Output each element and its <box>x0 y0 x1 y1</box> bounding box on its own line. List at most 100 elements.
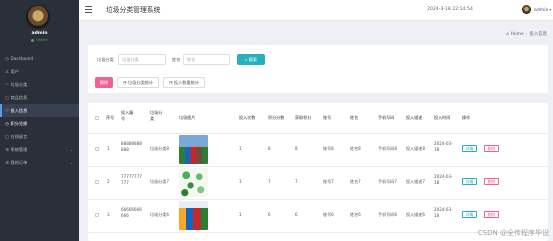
sidebar-item-label: 在线留言 <box>10 134 28 139</box>
row-account: 账号8 <box>323 146 334 151</box>
header-phone: 手机号码 <box>378 115 395 120</box>
select-all-checkbox[interactable] <box>95 116 99 120</box>
user-avatar[interactable] <box>522 5 531 14</box>
header-points: 获取积分 <box>295 115 312 120</box>
search-button[interactable]: ⌕ 搜索 <box>237 54 265 65</box>
chart-icon: ◔ <box>122 80 127 85</box>
sidebar-item-system[interactable]: ☰ 系统管理 ⌄ <box>0 143 79 156</box>
row-name: 姓名8 <box>350 146 361 151</box>
sidebar-nav: ◷ Dashboard ♙ 用户 ♡ 垃圾分类 □ 商品信息 ♡ 投入信息 ◷ 积分兑换 □… <box>0 52 79 169</box>
chart-icon: ◔ <box>168 80 173 85</box>
sidebar-item-dashboard[interactable]: ◷ Dashboard <box>0 52 79 65</box>
chevron-down-icon: ⌄ <box>69 160 73 165</box>
menu-toggle-icon[interactable] <box>85 6 92 13</box>
breadcrumb-home[interactable]: Home <box>511 32 524 37</box>
detail-button[interactable]: 详情 <box>462 145 477 152</box>
category-filter-input[interactable]: 垃圾分类 <box>118 54 166 65</box>
sidebar-item-label: 积分兑换 <box>10 121 28 126</box>
category-icon: ♡ <box>5 82 9 87</box>
row-account: 账号6 <box>323 212 334 217</box>
row-phone: 手机号码6 <box>378 212 397 217</box>
garbage-image <box>179 168 208 197</box>
breadcrumb: ⌂ Home › 投入信息 <box>506 31 547 37</box>
user-icon: ♙ <box>5 69 9 74</box>
category-stats-button[interactable]: ◔ 垃圾分类统计 <box>117 77 159 88</box>
forum-icon: □ <box>5 134 9 139</box>
row-index: 3 <box>107 212 110 217</box>
row-checkbox[interactable] <box>95 213 99 217</box>
header-code: 投入编号 <box>121 110 134 121</box>
header-score: 积分分数 <box>268 115 285 120</box>
sidebar-item-product[interactable]: □ 商品信息 <box>0 91 79 104</box>
row-time: 2024-03-18 <box>434 174 453 185</box>
online-status: Online <box>0 38 79 42</box>
dashboard-icon: ◷ <box>5 56 9 61</box>
row-code: 66666666666 <box>121 207 142 218</box>
row-times: 1 <box>239 146 242 151</box>
header-actions: 操作 <box>462 115 471 120</box>
sidebar-item-points[interactable]: ◷ 积分兑换 <box>0 117 79 130</box>
row-index: 2 <box>107 179 110 184</box>
row-desc: 投入描述8 <box>406 146 425 151</box>
chevron-down-icon: ⌄ <box>69 147 73 152</box>
sidebar-item-label: 我的订单 <box>10 160 28 165</box>
delete-button[interactable]: 删除 <box>484 178 499 185</box>
sidebar-item-label: Dashboard <box>10 56 34 61</box>
row-points: 6 <box>295 212 298 217</box>
row-category: 垃圾分类7 <box>150 179 169 184</box>
delete-button[interactable]: 删除 <box>484 211 499 218</box>
table-panel: 序号 投入编号 垃圾分类 垃圾图片 投入次数 积分分数 获取积分 账号 姓名 手… <box>88 103 548 241</box>
sidebar-item-label: 商品信息 <box>10 95 28 100</box>
row-points: 7 <box>295 179 298 184</box>
sidebar-item-delivery[interactable]: ♡ 投入信息 <box>0 104 79 117</box>
search-icon: ⌕ <box>244 57 248 62</box>
row-points: 8 <box>295 146 298 151</box>
avatar[interactable] <box>26 5 50 29</box>
app-title: 垃圾分类管理系统 <box>106 6 161 14</box>
header-time: 投入时间 <box>434 115 451 120</box>
row-phone: 手机号码7 <box>378 179 397 184</box>
row-score: 7 <box>268 179 271 184</box>
row-time: 2024-03-18 <box>434 207 453 218</box>
system-icon: ☰ <box>5 147 9 152</box>
delete-button[interactable]: 删除 <box>484 145 499 152</box>
quantity-stats-button[interactable]: ◔ 投入数量统计 <box>163 77 205 88</box>
caret-down-icon: ▾ <box>549 8 552 12</box>
datetime: 2024-3-18 22:14:54 <box>427 7 473 12</box>
sidebar-item-label: 投入信息 <box>10 108 28 113</box>
row-time: 2024-03-18 <box>434 141 453 152</box>
detail-button[interactable]: 详情 <box>462 178 477 185</box>
bulk-delete-button[interactable]: 删除 <box>95 77 113 88</box>
delivery-icon: ♡ <box>5 108 9 113</box>
sidebar-item-orders[interactable]: ☰ 我的订单 ⌄ <box>0 156 79 169</box>
sidebar-item-category[interactable]: ♡ 垃圾分类 <box>0 78 79 91</box>
breadcrumb-separator: › <box>525 32 528 37</box>
row-desc: 投入描述7 <box>406 179 425 184</box>
garbage-image <box>179 135 208 164</box>
table-row: 1 88888888888 垃圾分类8 1 8 8 账号8 姓名8 手机号码8 … <box>88 133 548 167</box>
header-account: 账号 <box>323 115 332 120</box>
header-image: 垃圾图片 <box>179 115 196 120</box>
watermark: CSDN @全传程序毕设 <box>477 229 549 237</box>
user-menu[interactable]: admin▾ <box>534 0 551 21</box>
sidebar-item-user[interactable]: ♙ 用户 <box>0 65 79 78</box>
header-name: 姓名 <box>350 115 359 120</box>
online-dot-icon <box>31 38 35 42</box>
search-panel: 垃圾分类 垃圾分类 姓名 姓名 ⌕ 搜索 删除 ◔ 垃圾分类统计 ◔ 投入数量统… <box>88 45 548 93</box>
name-filter-input[interactable]: 姓名 <box>183 54 230 65</box>
sidebar-user-name: admin <box>31 31 48 36</box>
orders-icon: ☰ <box>5 160 9 165</box>
row-account: 账号7 <box>323 179 334 184</box>
row-checkbox[interactable] <box>95 147 99 151</box>
sidebar-item-label: 用户 <box>10 69 19 74</box>
online-label: Online <box>35 38 48 42</box>
row-name: 姓名7 <box>350 179 361 184</box>
header-times: 投入次数 <box>239 115 256 120</box>
row-checkbox[interactable] <box>95 180 99 184</box>
detail-button[interactable]: 详情 <box>462 211 477 218</box>
sidebar-item-label: 系统管理 <box>10 147 28 152</box>
sidebar: admin Online ◷ Dashboard ♙ 用户 ♡ 垃圾分类 □ 商品信息 … <box>0 0 79 241</box>
row-category: 垃圾分类6 <box>150 212 169 217</box>
header-category: 垃圾分类 <box>150 110 163 121</box>
sidebar-item-forum[interactable]: □ 在线留言 <box>0 130 79 143</box>
